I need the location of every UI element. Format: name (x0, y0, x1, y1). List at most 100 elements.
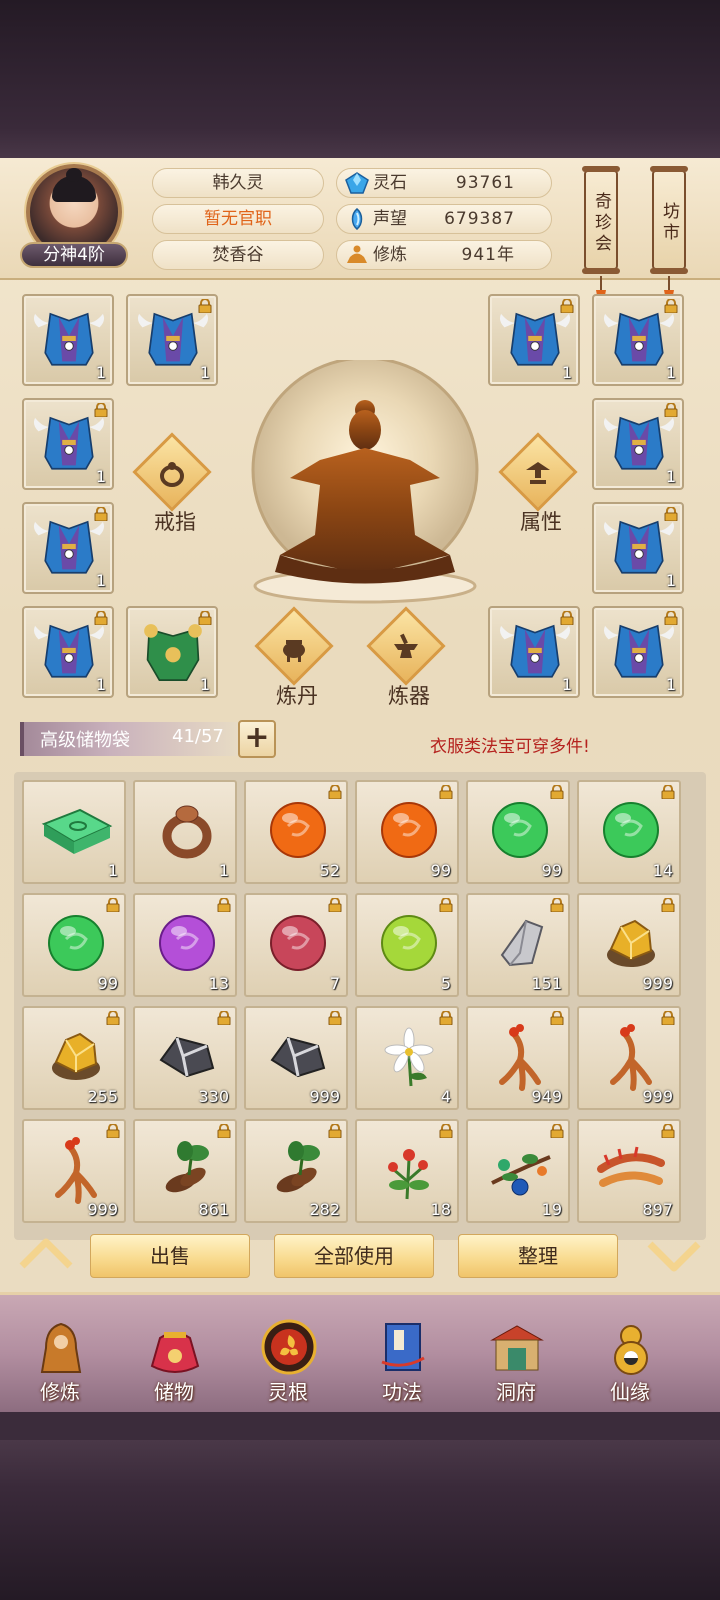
slot-quantity: 1 (95, 363, 106, 382)
nav-item[interactable]: 洞府 (466, 1318, 566, 1410)
equipment-slot[interactable]: 1 (22, 294, 114, 386)
item-quantity: 13 (208, 974, 229, 993)
scroll-up-icon[interactable] (18, 1236, 74, 1270)
green-orb-icon (603, 802, 659, 858)
equipment-slot[interactable]: 1 (22, 502, 114, 594)
cordyceps-icon (597, 1146, 665, 1187)
inventory-item[interactable]: 19 (466, 1119, 570, 1223)
inventory-item[interactable]: 949 (466, 1006, 570, 1110)
lock-icon (198, 299, 212, 313)
cultivation-label: 修炼 (373, 245, 407, 265)
item-quantity: 330 (198, 1087, 229, 1106)
lock-icon (217, 1124, 231, 1138)
alchemy-button[interactable]: 炼丹 (252, 606, 342, 714)
expand-bag-button[interactable]: + (238, 720, 276, 758)
inventory-item[interactable]: 1 (133, 780, 237, 884)
spirit-stone-value: 93761 (455, 173, 515, 193)
inventory-item[interactable]: 151 (466, 893, 570, 997)
inventory-item[interactable]: 99 (22, 893, 126, 997)
lock-icon (198, 611, 212, 625)
official-title[interactable]: 暂无官职 (152, 204, 324, 234)
inventory-item[interactable]: 861 (133, 1119, 237, 1223)
bag-title: 高级储物袋 (40, 730, 130, 751)
inventory-item[interactable]: 7 (244, 893, 348, 997)
gold-ore-icon (607, 919, 655, 967)
inventory-item[interactable]: 13 (133, 893, 237, 997)
nav-item[interactable]: 灵根 (238, 1318, 338, 1410)
nav-label: 储物 (154, 1380, 194, 1404)
cultivation-value: 941年 (461, 245, 515, 265)
sect-name: 焚香谷 (152, 240, 324, 270)
lock-icon (661, 1011, 675, 1025)
inventory-item[interactable]: 255 (22, 1006, 126, 1110)
scripture-icon (381, 1323, 425, 1371)
inventory-item[interactable]: 897 (577, 1119, 681, 1223)
ring-icon (162, 805, 212, 859)
silver-ore-icon (500, 919, 544, 967)
inventory-item[interactable]: 99 (355, 780, 459, 884)
red-flower-herb-icon (388, 1149, 429, 1200)
meditating-icon (347, 245, 367, 263)
inventory-item[interactable]: 999 (577, 893, 681, 997)
equipment-slot[interactable]: 1 (488, 294, 580, 386)
market-button[interactable]: 坊市 (650, 166, 688, 274)
slot-quantity: 1 (665, 571, 676, 590)
equipment-slot[interactable]: 1 (126, 606, 218, 698)
inventory-item[interactable]: 52 (244, 780, 348, 884)
attributes-button[interactable]: 属性 (496, 432, 586, 540)
item-quantity: 18 (430, 1200, 451, 1219)
use-all-button[interactable]: 全部使用 (274, 1234, 434, 1278)
spirit-stone-stat: 灵石 93761 (336, 168, 552, 198)
equipment-slot[interactable]: 1 (22, 398, 114, 490)
slot-quantity: 1 (561, 675, 572, 694)
equipment-slot[interactable]: 1 (592, 398, 684, 490)
equipment-slot[interactable]: 1 (22, 606, 114, 698)
slot-quantity: 1 (665, 467, 676, 486)
lock-icon (550, 785, 564, 799)
player-avatar-block[interactable]: 分神4阶 (20, 162, 128, 274)
lock-icon (328, 1124, 342, 1138)
equipment-slot[interactable]: 1 (592, 502, 684, 594)
nav-item[interactable]: 仙缘 (580, 1318, 680, 1410)
nav-item[interactable]: 修炼 (10, 1318, 110, 1410)
iron-ore-icon (159, 1036, 215, 1078)
reputation-icon (351, 208, 363, 230)
equipment-slot[interactable]: 1 (592, 606, 684, 698)
sort-button[interactable]: 整理 (458, 1234, 618, 1278)
inventory-item[interactable]: 330 (133, 1006, 237, 1110)
inventory-item[interactable]: 999 (244, 1006, 348, 1110)
item-quantity: 282 (309, 1200, 340, 1219)
equip-tip: 衣服类法宝可穿多件! (430, 737, 590, 757)
inventory-item[interactable]: 18 (355, 1119, 459, 1223)
equipment-slot[interactable]: 1 (126, 294, 218, 386)
spirit-stone-icon (345, 172, 369, 194)
inventory-item[interactable]: 282 (244, 1119, 348, 1223)
inventory-item[interactable]: 4 (355, 1006, 459, 1110)
nav-label: 洞府 (496, 1380, 536, 1404)
item-quantity: 999 (87, 1200, 118, 1219)
lock-icon (439, 1124, 453, 1138)
slot-quantity: 1 (665, 675, 676, 694)
inventory-item[interactable]: 999 (22, 1119, 126, 1223)
inventory-item[interactable]: 1 (22, 780, 126, 884)
sell-button[interactable]: 出售 (90, 1234, 250, 1278)
attributes-label: 属性 (520, 510, 562, 534)
equipment-slot[interactable]: 1 (488, 606, 580, 698)
ring-icon (160, 462, 184, 487)
equipment-slot[interactable]: 1 (592, 294, 684, 386)
treasure-shop-button[interactable]: 奇珍会 (582, 166, 620, 274)
lock-icon (94, 611, 108, 625)
item-quantity: 255 (87, 1087, 118, 1106)
inventory-item[interactable]: 999 (577, 1006, 681, 1110)
cultivation-stat: 修炼 941年 (336, 240, 552, 270)
nav-item[interactable]: 功法 (352, 1318, 452, 1410)
nav-item[interactable]: 储物 (124, 1318, 224, 1410)
lock-icon (439, 1011, 453, 1025)
inventory-item[interactable]: 99 (466, 780, 570, 884)
scroll-down-icon[interactable] (646, 1240, 702, 1274)
forging-button[interactable]: 炼器 (364, 606, 454, 714)
inventory-item[interactable]: 14 (577, 780, 681, 884)
ring-button[interactable]: 戒指 (130, 432, 220, 540)
inventory-item[interactable]: 5 (355, 893, 459, 997)
item-quantity: 5 (440, 974, 451, 993)
